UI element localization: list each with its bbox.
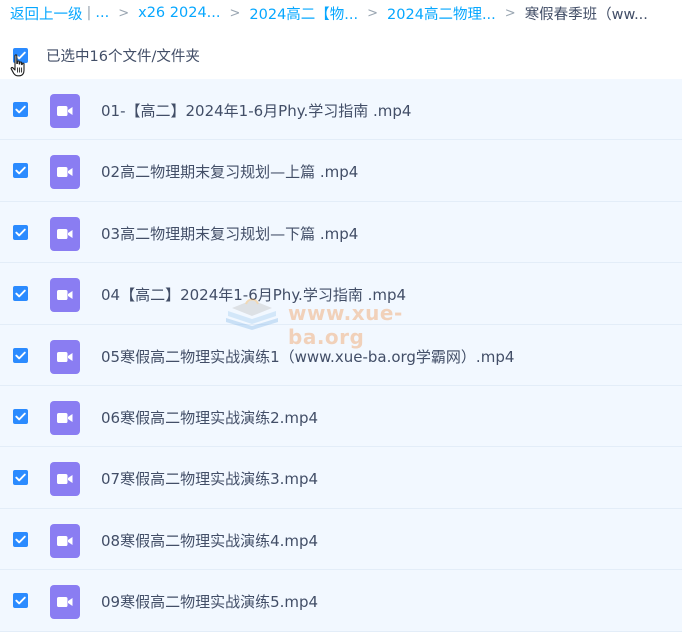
hand-pointer-icon	[10, 54, 25, 77]
file-checkbox[interactable]	[13, 347, 28, 363]
file-row[interactable]: 03高二物理期末复习规划—下篇 .mp4	[0, 201, 682, 264]
video-file-icon	[50, 94, 80, 128]
video-camera-icon	[57, 597, 73, 608]
file-row[interactable]: 09寒假高二物理实战演练5.mp4	[0, 570, 682, 632]
selection-bar: 已选中16个文件/文件夹	[0, 40, 682, 77]
breadcrumb-ellipsis[interactable]: ...	[95, 5, 109, 21]
video-file-icon	[50, 155, 80, 190]
checkmark-icon	[15, 167, 26, 175]
file-name[interactable]: 04【高二】2024年1-6月Phy.学习指南 .mp4	[101, 284, 406, 305]
video-file-icon	[50, 339, 80, 374]
file-checkbox[interactable]	[13, 286, 28, 302]
file-checkbox[interactable]	[13, 531, 28, 547]
file-name[interactable]: 02高二物理期末复习规划—上篇 .mp4	[101, 161, 358, 182]
video-file-icon	[50, 462, 80, 497]
checkmark-icon	[15, 596, 26, 605]
video-file-icon	[50, 523, 80, 558]
file-row[interactable]: 06寒假高二物理实战演练2.mp4	[0, 385, 682, 448]
file-name[interactable]: 09寒假高二物理实战演练5.mp4	[101, 591, 318, 612]
breadcrumb-separator: >	[367, 5, 379, 21]
file-row[interactable]: 05寒假高二物理实战演练1（www.xue-ba.org学霸网）.mp4	[0, 324, 682, 386]
file-name[interactable]: 01-【高二】2024年1-6月Phy.学习指南 .mp4	[101, 100, 411, 121]
video-camera-icon	[57, 351, 73, 362]
checkmark-icon	[15, 535, 26, 544]
checkmark-icon	[15, 228, 26, 237]
breadcrumb-divider: |	[86, 5, 92, 21]
file-row[interactable]: 07寒假高二物理实战演练3.mp4	[0, 447, 682, 509]
file-checkbox[interactable]	[13, 408, 28, 424]
file-name[interactable]: 06寒假高二物理实战演练2.mp4	[101, 407, 318, 428]
video-camera-icon	[57, 535, 73, 546]
file-row[interactable]: 08寒假高二物理实战演练4.mp4	[0, 508, 682, 571]
breadcrumb-separator: >	[504, 5, 516, 21]
checkmark-icon	[15, 351, 26, 359]
back-link[interactable]: 返回上一级	[10, 3, 83, 24]
breadcrumb-current: 寒假春季班（ww...	[524, 6, 648, 23]
file-checkbox[interactable]	[13, 224, 28, 240]
file-list: 01-【高二】2024年1-6月Phy.学习指南 .mp4 02高二物理期末复习…	[0, 79, 682, 632]
video-camera-icon	[57, 106, 73, 116]
video-file-icon	[50, 278, 80, 313]
file-name[interactable]: 05寒假高二物理实战演练1（www.xue-ba.org学霸网）.mp4	[101, 346, 514, 367]
video-file-icon	[50, 216, 80, 251]
video-camera-icon	[57, 474, 73, 485]
checkmark-icon	[15, 473, 26, 482]
breadcrumb-item-2[interactable]: 2024高二【物...	[249, 3, 358, 24]
file-checkbox[interactable]	[13, 163, 28, 179]
selection-count: 已选中16个文件/文件夹	[46, 49, 200, 65]
checkmark-icon	[15, 412, 26, 421]
file-row[interactable]: 01-【高二】2024年1-6月Phy.学习指南 .mp4	[0, 79, 682, 141]
video-camera-icon	[57, 167, 73, 178]
file-checkbox[interactable]	[13, 593, 28, 609]
video-camera-icon	[57, 228, 73, 239]
video-camera-icon	[57, 290, 73, 301]
file-name[interactable]: 07寒假高二物理实战演练3.mp4	[101, 468, 318, 489]
video-camera-icon	[57, 412, 73, 423]
file-name[interactable]: 03高二物理期末复习规划—下篇 .mp4	[101, 223, 358, 244]
file-row[interactable]: 02高二物理期末复习规划—上篇 .mp4	[0, 140, 682, 202]
file-checkbox[interactable]	[13, 102, 28, 117]
file-name[interactable]: 08寒假高二物理实战演练4.mp4	[101, 530, 318, 551]
video-file-icon	[50, 585, 80, 620]
file-checkbox[interactable]	[13, 470, 28, 486]
breadcrumb-separator: >	[229, 5, 241, 21]
checkmark-icon	[15, 105, 26, 114]
breadcrumb-item-1[interactable]: x26 2024...	[138, 5, 220, 21]
breadcrumb-separator: >	[118, 5, 130, 21]
checkmark-icon	[15, 289, 26, 298]
breadcrumb: 返回上一级 | ... > x26 2024... > 2024高二【物... …	[0, 0, 682, 26]
video-file-icon	[50, 400, 80, 435]
file-row[interactable]: 04【高二】2024年1-6月Phy.学习指南 .mp4	[0, 263, 682, 325]
breadcrumb-item-3[interactable]: 2024高二物理...	[387, 3, 496, 24]
